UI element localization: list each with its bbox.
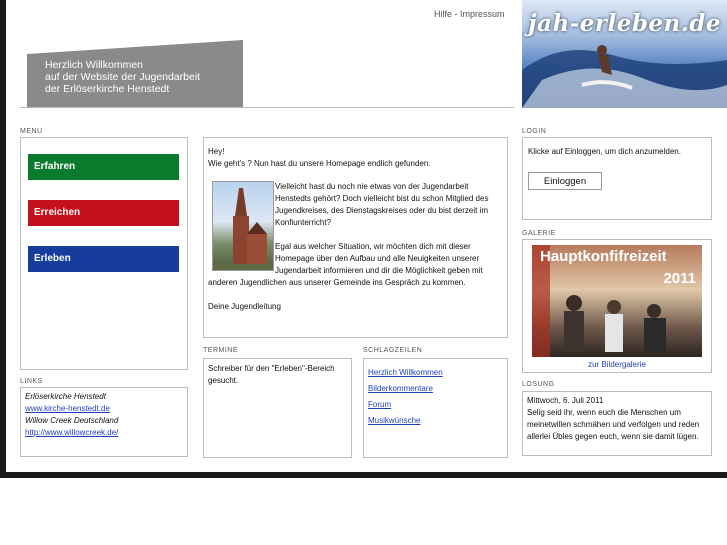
welcome-line-3: der Erlöserkirche Henstedt [45,83,170,95]
gallery-caption-2: 2011 [663,270,696,287]
welcome-line-2: auf der Website der Jugendarbeit [45,71,201,83]
link-org-1: Erlöserkirche Henstedt [25,392,106,401]
nav-erreichen-button[interactable]: Erreichen [28,200,179,226]
link-org-2: Willow Creek Deutschland [25,416,119,425]
headline-link[interactable]: Herzlich Willkommen [368,368,443,377]
top-links-separator: - [454,9,458,19]
losung-date: Mittwoch, 6. Juli 2011 [527,396,604,405]
link-url-2[interactable]: http://www.willowcreek.de/ [25,428,118,437]
login-title: LOGIN [522,128,547,135]
losung-box: Mittwoch, 6. Juli 2011 Selig seid ihr, w… [522,391,712,456]
site-logo[interactable]: jah-erleben.de [528,10,721,37]
info-paragraph: Egal aus welcher Situation, wir möchten … [275,242,483,275]
info-paragraph-end: anderen Jugendlichen aus unserer Gemeind… [208,278,466,287]
help-link[interactable]: Hilfe [434,9,452,19]
gallery-link[interactable]: zur Bildergalerie [523,359,711,371]
termine-text: Schreiber für den "Erleben"-Bereich gesu… [208,364,335,385]
termine-title: TERMINE [203,347,238,354]
intro-paragraph: Vielleicht hast du noch nie etwas von de… [275,182,489,227]
menu-box: Erfahren Erreichen Erleben [20,137,188,370]
gallery-caption-1: Hauptkonfifreizeit [540,248,667,265]
links-title: LINKS [20,378,43,385]
losung-text: Selig seid ihr, wenn euch die Menschen u… [527,408,700,441]
church-image [213,188,273,270]
header-divider [20,107,514,108]
headline-link[interactable]: Musikwünsche [368,416,420,425]
links-box: Erlöserkirche Henstedt www.kirche-henste… [20,387,188,457]
headline-link[interactable]: Bilderkommentare [368,384,433,393]
galerie-title: GALERIE [522,230,556,237]
welcome-banner: Herzlich Willkommen auf der Website der … [27,40,243,108]
menu-title: MENU [20,128,43,135]
headline-link[interactable]: Forum [368,400,391,409]
termine-box: Schreiber für den "Erleben"-Bereich gesu… [203,358,352,458]
imprint-link[interactable]: Impressum [460,9,505,19]
link-url-1[interactable]: www.kirche-henstedt.de [25,404,110,413]
schlagzeilen-title: SCHLAGZEILEN [363,347,423,354]
intro-text: Wie geht's ? Nun hast du unsere Homepage… [208,159,431,168]
main-content-box: Hey! Wie geht's ? Nun hast du unsere Hom… [203,137,508,338]
login-button[interactable]: Einloggen [528,172,602,190]
greeting: Hey! [208,147,225,156]
church-photo [212,181,274,271]
schlagzeilen-box: Herzlich Willkommen Bilderkommentare For… [363,358,508,458]
losung-title: LOSUNG [522,381,555,388]
page: Hilfe - Impressum Herzlich Willkommen au… [6,0,727,472]
gallery-image[interactable]: Hauptkonfifreizeit 2011 [532,245,702,357]
signature: Deine Jugendleitung [208,302,281,311]
login-box: Klicke auf Einloggen, um dich anzumelden… [522,137,712,220]
login-hint: Klicke auf Einloggen, um dich anzumelden… [528,147,681,156]
surfer-banner: jah-erleben.de [522,0,727,108]
galerie-box: Hauptkonfifreizeit 2011 zur Bildergaleri… [522,239,712,373]
top-links: Hilfe - Impressum [434,9,505,19]
nav-erfahren-button[interactable]: Erfahren [28,154,179,180]
nav-erleben-button[interactable]: Erleben [28,246,179,272]
welcome-line-1: Herzlich Willkommen [45,59,144,71]
